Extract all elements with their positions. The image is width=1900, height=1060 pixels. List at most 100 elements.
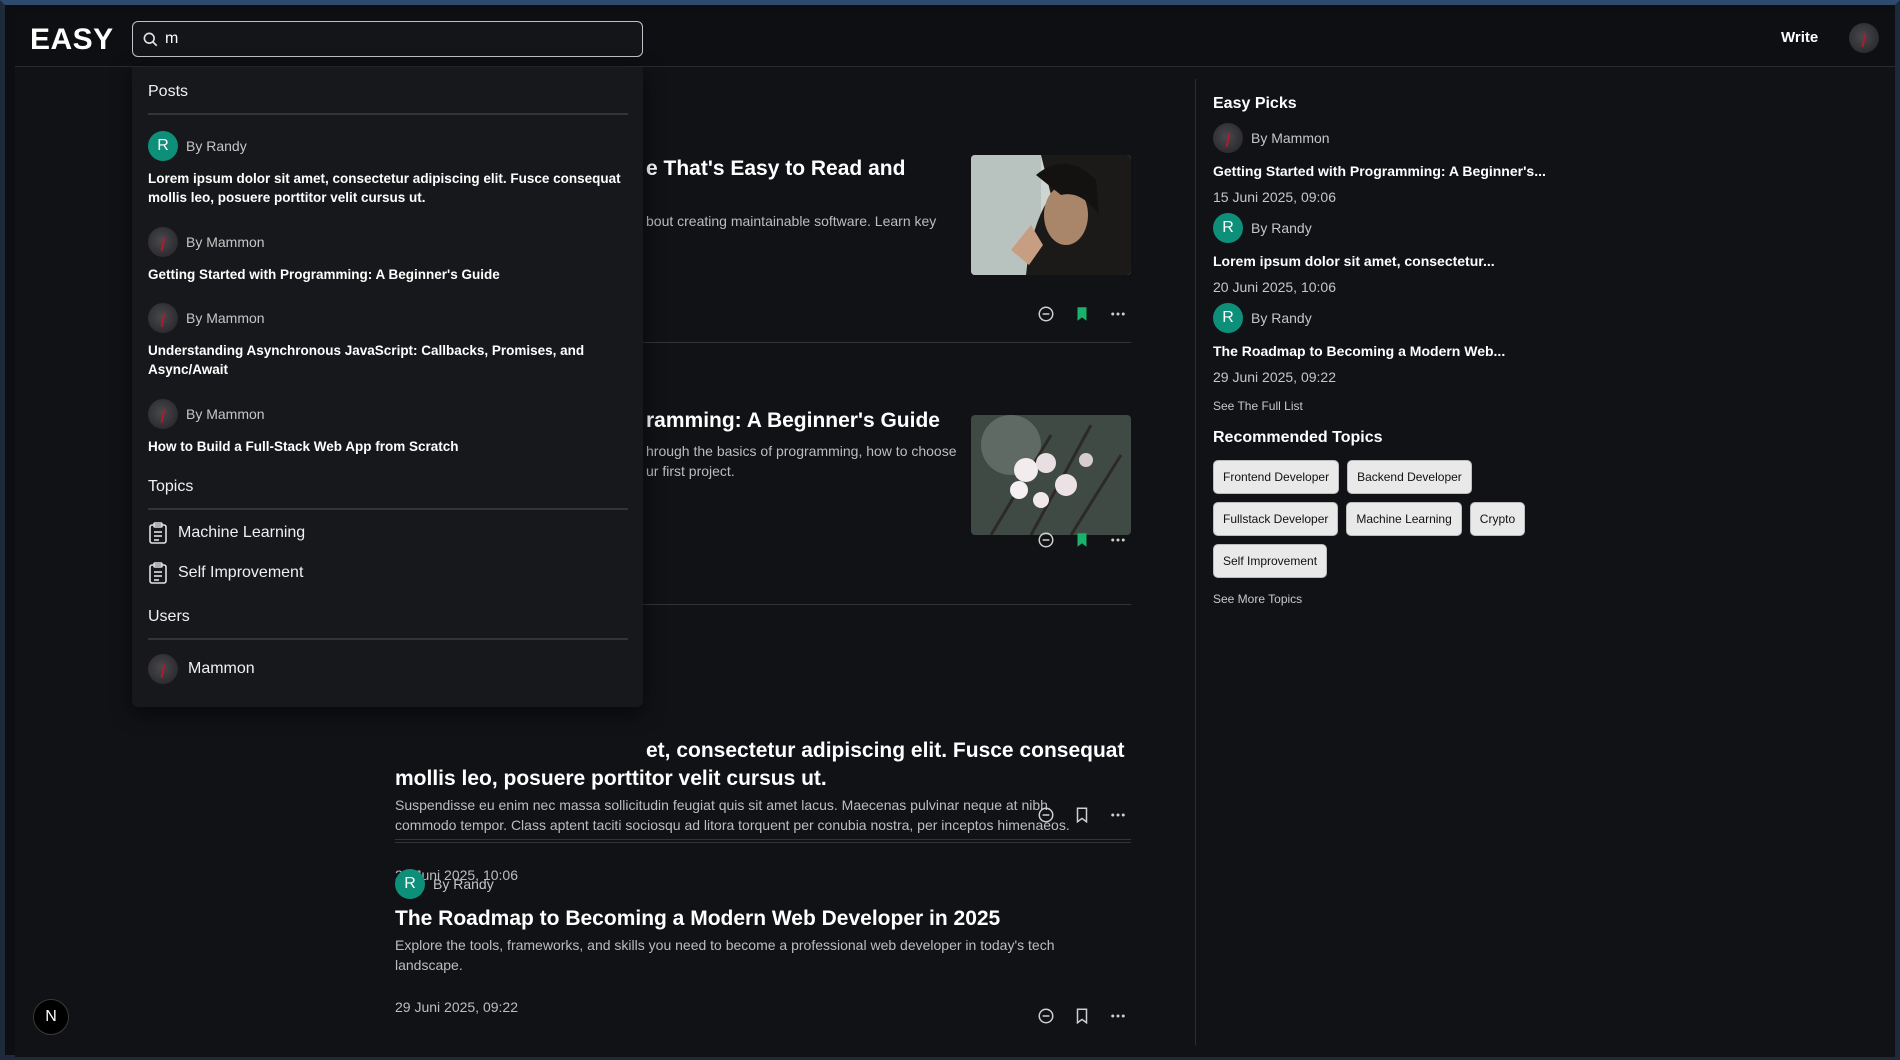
author-avatar — [148, 303, 178, 333]
search-result-post[interactable]: By Mammon Understanding Asynchronous Jav… — [148, 303, 628, 379]
author-avatar — [148, 399, 178, 429]
pick-item[interactable]: R By Randy Lorem ipsum dolor sit amet, c… — [1213, 213, 1573, 295]
write-link[interactable]: Write — [1781, 29, 1818, 46]
topic-chip[interactable]: Machine Learning — [1346, 502, 1462, 536]
post-thumbnail[interactable] — [971, 415, 1131, 535]
topic-chip[interactable]: Fullstack Developer — [1213, 502, 1339, 536]
pick-date: 29 Juni 2025, 09:22 — [1213, 369, 1336, 385]
post-separator — [395, 839, 1131, 840]
feed-post[interactable]: R By Randy The Roadmap to Becoming a Mod… — [395, 869, 1131, 1025]
author-name: By Randy — [186, 138, 247, 154]
author-avatar — [1213, 123, 1243, 153]
search-input[interactable] — [165, 26, 625, 52]
result-author: R By Randy — [148, 131, 628, 161]
author-avatar: R — [395, 869, 425, 899]
section-divider — [148, 638, 628, 640]
see-more-topics-link[interactable]: See More Topics — [1213, 592, 1573, 606]
result-title[interactable]: Lorem ipsum dolor sit amet, consectetur … — [148, 169, 628, 207]
user-avatar[interactable] — [1849, 23, 1879, 53]
topics-section-heading: Topics — [148, 478, 194, 495]
search-result-post[interactable]: R By Randy Lorem ipsum dolor sit amet, c… — [148, 131, 628, 207]
hide-icon[interactable] — [1037, 305, 1055, 323]
post-description: bout creating maintainable software. Lea… — [646, 213, 937, 229]
result-title[interactable]: Understanding Asynchronous JavaScript: C… — [148, 341, 628, 379]
hide-icon[interactable] — [1037, 531, 1055, 549]
post-description: Suspendisse eu enim nec massa sollicitud… — [395, 797, 1070, 833]
topic-chip[interactable]: Backend Developer — [1347, 460, 1472, 494]
more-icon[interactable] — [1109, 806, 1127, 824]
dev-tools-badge[interactable]: N — [33, 999, 69, 1035]
post-actions — [1037, 305, 1127, 323]
bookmark-filled-icon[interactable] — [1073, 305, 1091, 323]
search-result-user[interactable]: Mammon — [148, 654, 255, 684]
posts-section-heading: Posts — [148, 83, 189, 100]
post-title[interactable]: et, consectetur adipiscing elit. Fusce c… — [646, 737, 1124, 765]
author-avatar: R — [148, 131, 178, 161]
result-author: By Mammon — [148, 399, 628, 429]
more-icon[interactable] — [1109, 1007, 1127, 1025]
pick-title[interactable]: Getting Started with Programming: A Begi… — [1213, 163, 1573, 179]
topic-chip[interactable]: Frontend Developer — [1213, 460, 1340, 494]
more-icon[interactable] — [1109, 305, 1127, 323]
pick-author[interactable]: R By Randy — [1213, 213, 1573, 243]
clipboard-list-icon — [149, 522, 167, 544]
search-result-topic[interactable]: Self Improvement — [148, 562, 303, 584]
pick-author[interactable]: By Mammon — [1213, 123, 1573, 153]
post-description: Explore the tools, frameworks, and skill… — [395, 937, 1055, 973]
post-title[interactable]: The Roadmap to Becoming a Modern Web Dev… — [395, 905, 1131, 933]
bookmark-icon[interactable] — [1073, 806, 1091, 824]
bookmark-filled-icon[interactable] — [1073, 531, 1091, 549]
pick-date: 20 Juni 2025, 10:06 — [1213, 279, 1336, 295]
easy-picks-heading: Easy Picks — [1213, 95, 1297, 112]
more-icon[interactable] — [1109, 531, 1127, 549]
search-result-topic[interactable]: Machine Learning — [148, 522, 305, 544]
author-name: By Mammon — [1251, 130, 1330, 146]
post-title[interactable]: mollis leo, posuere porttitor velit curs… — [395, 765, 827, 793]
post-title[interactable]: ramming: A Beginner's Guide — [646, 407, 940, 435]
pick-title[interactable]: Lorem ipsum dolor sit amet, consectetur.… — [1213, 253, 1573, 269]
author-avatar: R — [1213, 213, 1243, 243]
logo[interactable]: EASY — [30, 23, 114, 57]
top-header: EASY Write — [15, 11, 1895, 67]
window-frame: EASY Write e That's Easy to Read and bou… — [0, 0, 1900, 1060]
post-description: ur first project. — [646, 463, 735, 479]
search-box[interactable] — [132, 21, 643, 57]
hide-icon[interactable] — [1037, 1007, 1055, 1025]
user-avatar — [148, 654, 178, 684]
post-title[interactable]: e That's Easy to Read and — [646, 155, 905, 183]
post-description: hrough the basics of programming, how to… — [646, 443, 957, 459]
pick-title[interactable]: The Roadmap to Becoming a Modern Web... — [1213, 343, 1573, 359]
post-actions — [1037, 531, 1127, 549]
author-name: By Randy — [1251, 220, 1312, 236]
app-root: EASY Write e That's Easy to Read and bou… — [15, 11, 1895, 1057]
section-divider — [148, 508, 628, 510]
hide-icon[interactable] — [1037, 806, 1055, 824]
author-name: By Mammon — [186, 310, 265, 326]
result-title[interactable]: Getting Started with Programming: A Begi… — [148, 265, 628, 284]
author-name: By Mammon — [186, 234, 265, 250]
users-section-heading: Users — [148, 608, 190, 625]
sidebar: Easy Picks By Mammon Getting Started wit… — [1213, 95, 1573, 606]
see-full-list-link[interactable]: See The Full List — [1213, 399, 1573, 413]
topic-chip[interactable]: Crypto — [1469, 502, 1526, 536]
pick-item[interactable]: R By Randy The Roadmap to Becoming a Mod… — [1213, 303, 1573, 385]
post-author[interactable]: R By Randy — [395, 869, 1131, 899]
recommended-topics-heading: Recommended Topics — [1213, 429, 1383, 446]
clipboard-list-icon — [149, 562, 167, 584]
search-icon — [143, 32, 158, 47]
user-name: Mammon — [188, 660, 255, 677]
bookmark-icon[interactable] — [1073, 1007, 1091, 1025]
result-title[interactable]: How to Build a Full-Stack Web App from S… — [148, 437, 628, 456]
author-avatar: R — [1213, 303, 1243, 333]
post-thumbnail[interactable] — [971, 155, 1131, 275]
post-date: 29 Juni 2025, 09:22 — [395, 999, 518, 1015]
topic-label: Machine Learning — [178, 524, 306, 541]
author-avatar — [148, 227, 178, 257]
pick-author[interactable]: R By Randy — [1213, 303, 1573, 333]
section-divider — [148, 113, 628, 115]
pick-item[interactable]: By Mammon Getting Started with Programmi… — [1213, 123, 1573, 205]
search-result-post[interactable]: By Mammon How to Build a Full-Stack Web … — [148, 399, 628, 456]
search-result-post[interactable]: By Mammon Getting Started with Programmi… — [148, 227, 628, 284]
topic-chip[interactable]: Self Improvement — [1213, 544, 1328, 578]
post-actions — [1037, 1007, 1127, 1025]
